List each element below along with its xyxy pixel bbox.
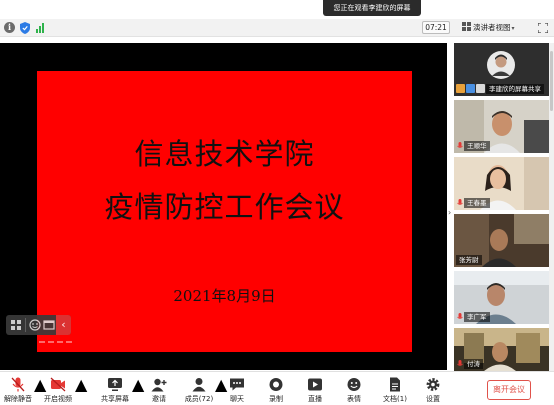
presentation-slide: 信息技术学院 疫情防控工作会议 2021年8月9日 xyxy=(37,71,412,352)
share-screen-button[interactable]: 共享屏幕 xyxy=(98,375,132,405)
host-icon xyxy=(456,84,465,93)
shield-icon[interactable] xyxy=(20,22,30,34)
members-label: 成员(72) xyxy=(184,395,214,403)
record-label: 录制 xyxy=(269,395,283,403)
mic-muted-icon xyxy=(476,84,485,93)
participant-name: 王春墨 xyxy=(464,198,490,208)
slide-date: 2021年8月9日 xyxy=(173,287,276,305)
start-video-button[interactable]: 开启视频 xyxy=(41,375,75,405)
leave-meeting-button[interactable]: 离开会议 xyxy=(487,380,531,400)
participant-name: 李建欣的屏幕共享 xyxy=(486,84,544,94)
participant-name: 张芳尉 xyxy=(456,255,482,265)
grid-icon[interactable] xyxy=(9,318,23,332)
settings-label: 设置 xyxy=(426,395,440,403)
grid-view-icon xyxy=(462,22,471,31)
emoji-icon xyxy=(347,378,361,391)
host-badges xyxy=(456,84,486,94)
members-options-chevron-icon[interactable]: ▲ xyxy=(215,375,227,405)
documents-label: 文档(1) xyxy=(383,395,407,403)
speaker-view-button[interactable]: 演讲者视图▾ xyxy=(462,21,524,34)
meeting-toolbar: 解除静音 ▲ 开启视频 ▲ 共享屏幕 ▲ 邀请 成员(72) ▲ 聊天 录制 直… xyxy=(0,371,554,405)
emoji-button[interactable]: 表情 xyxy=(343,375,365,405)
share-screen-icon xyxy=(108,378,122,391)
mic-muted-icon xyxy=(457,360,463,366)
info-icon[interactable]: i xyxy=(4,22,15,33)
annotate-icon[interactable] xyxy=(28,318,42,332)
participant-panel: 李建欣的屏幕共享 王顺华 王春墨 张芳尉 李广军 付涛 xyxy=(454,43,549,371)
annotation-toolbar[interactable]: ‹ xyxy=(6,315,71,335)
slide-subtitle: 疫情防控工作会议 xyxy=(104,190,345,224)
audio-options-chevron-icon[interactable]: ▲ xyxy=(34,375,46,405)
chat-label: 聊天 xyxy=(230,395,244,403)
participant-name: 王顺华 xyxy=(464,141,490,151)
fullscreen-icon[interactable] xyxy=(538,23,548,33)
share-options-chevron-icon[interactable]: ▲ xyxy=(132,375,144,405)
participant-tile[interactable]: 李广军 xyxy=(454,271,549,324)
document-icon xyxy=(390,377,400,392)
participant-tile[interactable]: 李建欣的屏幕共享 xyxy=(454,43,549,96)
video-off-icon xyxy=(50,377,66,392)
members-button[interactable]: 成员(72) xyxy=(183,375,215,405)
collapse-toolbar-icon[interactable]: ‹ xyxy=(56,315,71,335)
add-user-icon xyxy=(151,378,167,392)
scrollbar-thumb[interactable] xyxy=(550,51,553,111)
mic-muted-icon xyxy=(457,142,463,148)
chat-button[interactable]: 聊天 xyxy=(226,375,248,405)
participant-name: 李广军 xyxy=(464,312,490,322)
start-video-label: 开启视频 xyxy=(44,395,72,403)
record-button[interactable]: 录制 xyxy=(265,375,287,405)
mute-label: 解除静音 xyxy=(4,395,32,403)
mute-button[interactable]: 解除静音 xyxy=(2,375,34,405)
chevron-down-icon: ▾ xyxy=(511,25,515,32)
video-options-chevron-icon[interactable]: ▲ xyxy=(75,375,87,405)
participant-tile[interactable]: 张芳尉 xyxy=(454,214,549,267)
window-icon[interactable] xyxy=(42,318,56,332)
members-icon xyxy=(192,378,206,392)
signal-icon[interactable] xyxy=(36,23,46,33)
chat-icon xyxy=(230,378,244,391)
participant-name: 付涛 xyxy=(464,359,483,369)
settings-button[interactable]: 设置 xyxy=(422,375,444,405)
share-screen-label: 共享屏幕 xyxy=(101,395,129,403)
live-button[interactable]: 直播 xyxy=(304,375,326,405)
cohost-icon xyxy=(466,84,475,93)
meeting-window: 您正在观看李建欣的屏幕 i 07:21 演讲者视图▾ 信息技术学院 疫情防控工作… xyxy=(0,0,554,405)
live-label: 直播 xyxy=(308,395,322,403)
participant-tile[interactable]: 王春墨 xyxy=(454,157,549,210)
mic-muted-icon xyxy=(457,313,463,319)
emoji-label: 表情 xyxy=(347,395,361,403)
slide-title: 信息技术学院 xyxy=(134,137,315,171)
mic-muted-icon xyxy=(11,377,25,392)
invite-button[interactable]: 邀请 xyxy=(146,375,172,405)
participant-tile[interactable]: 王顺华 xyxy=(454,100,549,153)
mic-muted-icon xyxy=(457,199,463,205)
participant-tile[interactable]: 付涛 xyxy=(454,328,549,371)
slide-nav-marks xyxy=(39,341,79,347)
shared-screen: 信息技术学院 疫情防控工作会议 2021年8月9日 ‹ xyxy=(0,43,447,370)
invite-label: 邀请 xyxy=(152,395,166,403)
documents-button[interactable]: 文档(1) xyxy=(380,375,410,405)
meeting-timer: 07:21 xyxy=(422,21,450,34)
gear-icon xyxy=(426,378,440,391)
participant-scrollbar[interactable] xyxy=(549,43,554,371)
speaker-view-label: 演讲者视图 xyxy=(473,23,511,32)
meeting-info-bar: i 07:21 演讲者视图▾ xyxy=(0,19,554,37)
record-icon xyxy=(269,378,283,391)
live-stream-icon xyxy=(308,378,322,391)
screen-share-banner: 您正在观看李建欣的屏幕 xyxy=(323,0,421,16)
